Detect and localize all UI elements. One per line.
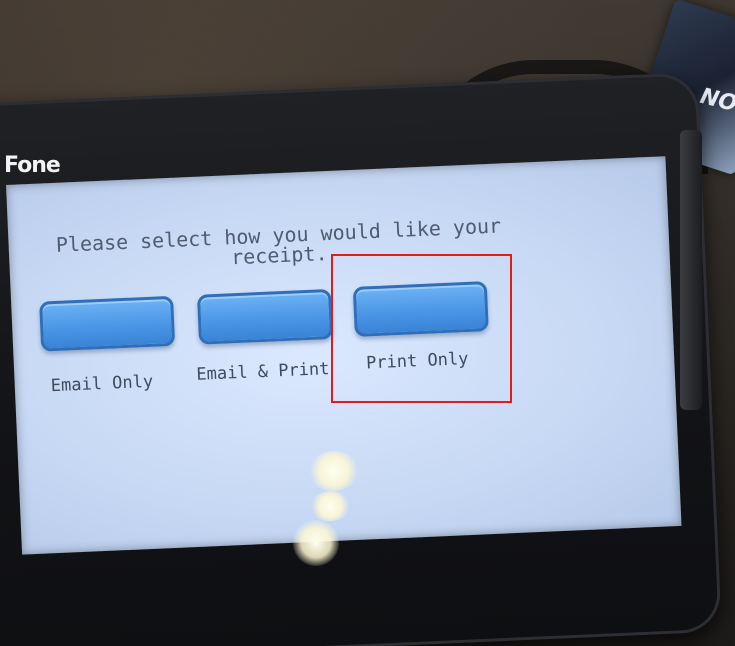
photo-scene: NO Fone Please select how you would like… [0, 0, 735, 646]
email-and-print-button[interactable] [196, 288, 334, 345]
terminal-brand: Fone [4, 153, 61, 178]
email-and-print-label: Email & Print [196, 359, 330, 385]
email-only-button[interactable] [39, 295, 176, 352]
email-only-label: Email Only [50, 371, 154, 397]
light-glare [309, 490, 351, 523]
highlight-box [331, 254, 512, 403]
light-glare [307, 449, 360, 493]
light-glare [293, 520, 339, 566]
terminal-side-buttons [680, 130, 702, 410]
